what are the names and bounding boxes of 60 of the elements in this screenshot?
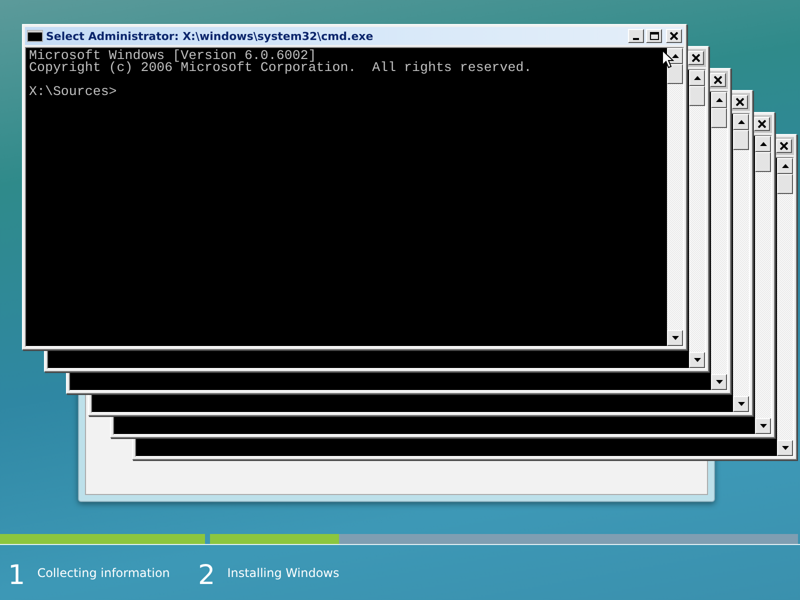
scroll-up-button[interactable] xyxy=(689,70,705,86)
scroll-up-button[interactable] xyxy=(777,158,793,174)
down-arrow-icon xyxy=(738,402,744,406)
scroll-down-button[interactable] xyxy=(711,374,727,390)
up-arrow-icon xyxy=(716,98,722,102)
close-button[interactable] xyxy=(776,139,792,153)
scroll-up-button[interactable] xyxy=(711,92,727,108)
up-arrow-icon xyxy=(672,54,678,58)
scroll-thumb[interactable] xyxy=(755,152,771,172)
close-icon xyxy=(692,54,700,62)
up-arrow-icon xyxy=(782,164,788,168)
scroll-up-button[interactable] xyxy=(733,114,749,130)
down-arrow-icon xyxy=(782,446,788,450)
step-number: 2 xyxy=(198,561,216,591)
maximize-button[interactable] xyxy=(646,29,662,43)
up-arrow-icon xyxy=(738,120,744,124)
scroll-down-button[interactable] xyxy=(755,418,771,434)
window-title: Select Administrator: X:\windows\system32\cmd.exe xyxy=(46,30,374,42)
vertical-scrollbar[interactable] xyxy=(711,92,727,390)
up-arrow-icon xyxy=(694,76,700,80)
close-button[interactable] xyxy=(732,95,748,109)
vertical-scrollbar[interactable] xyxy=(733,114,749,412)
up-arrow-icon xyxy=(760,142,766,146)
step-label: Collecting information xyxy=(37,566,170,580)
command-prompt: X:\Sources> xyxy=(29,86,118,98)
close-button[interactable] xyxy=(710,73,726,87)
close-icon xyxy=(736,98,744,106)
step-label: Installing Windows xyxy=(227,566,340,580)
console-text: Copyright (c) 2006 Microsoft Corporation. All rights reserved. xyxy=(29,62,533,74)
console-icon xyxy=(27,30,43,42)
scroll-down-button[interactable] xyxy=(667,330,683,346)
close-icon xyxy=(780,142,788,150)
close-button[interactable] xyxy=(754,117,770,131)
down-arrow-icon xyxy=(760,424,766,428)
vertical-scrollbar[interactable] xyxy=(667,48,683,346)
down-arrow-icon xyxy=(694,358,700,362)
down-arrow-icon xyxy=(716,380,722,384)
maximize-icon xyxy=(650,32,658,40)
scroll-thumb[interactable] xyxy=(689,86,705,106)
scroll-down-button[interactable] xyxy=(733,396,749,412)
scroll-thumb[interactable] xyxy=(733,130,749,150)
scroll-thumb[interactable] xyxy=(777,174,793,194)
vertical-scrollbar[interactable] xyxy=(689,70,705,368)
close-icon xyxy=(758,120,766,128)
vertical-scrollbar[interactable] xyxy=(777,158,793,456)
scroll-thumb[interactable] xyxy=(711,108,727,128)
close-icon xyxy=(670,32,678,40)
step-number: 1 xyxy=(8,561,26,591)
vertical-scrollbar[interactable] xyxy=(755,136,771,434)
minimize-icon xyxy=(633,38,639,40)
scroll-up-button[interactable] xyxy=(755,136,771,152)
close-button[interactable] xyxy=(666,29,682,43)
scroll-down-button[interactable] xyxy=(777,440,793,456)
close-icon xyxy=(714,76,722,84)
console-text: Microsoft Windows [Version 6.0.6002] xyxy=(29,50,316,62)
down-arrow-icon xyxy=(672,336,678,340)
minimize-button[interactable] xyxy=(628,29,644,43)
close-button[interactable] xyxy=(688,51,704,65)
scroll-down-button[interactable] xyxy=(689,352,705,368)
scroll-thumb[interactable] xyxy=(667,64,683,84)
